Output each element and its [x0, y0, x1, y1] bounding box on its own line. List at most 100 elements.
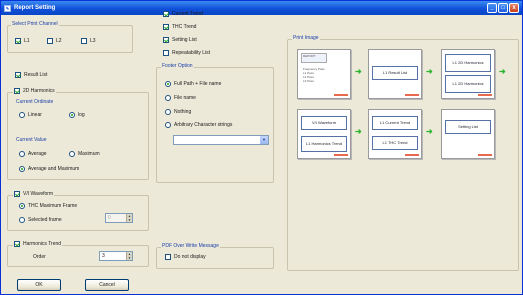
page-footer-stripe — [334, 154, 348, 156]
minimize-button[interactable]: _ — [487, 3, 497, 13]
value-maximum-radio[interactable]: Maximum — [69, 151, 100, 157]
arrow-right-icon: ➜ — [499, 67, 506, 76]
channel-l1-label: L1 — [24, 38, 30, 44]
footer-fullpath-label: Full Path + File name — [174, 81, 222, 87]
chevron-down-icon[interactable]: ▼ — [260, 136, 268, 144]
radio-icon — [165, 122, 171, 128]
maximize-button[interactable]: □ — [498, 3, 508, 13]
vi-waveform-checkbox[interactable]: V/I Waveform — [13, 191, 55, 197]
value-both-radio[interactable]: Average and Maximum — [19, 166, 79, 172]
checkbox-icon — [163, 11, 169, 17]
report-summary-preview: REPORT Frequency Pass L1 Pass L2 Pass L3… — [301, 53, 348, 95]
repeatability-list-checkbox[interactable]: Repeatability List — [163, 50, 210, 56]
close-button[interactable]: x — [509, 3, 519, 13]
thc-trend-checkbox[interactable]: THC Trend — [163, 24, 196, 30]
channel-l2-checkbox[interactable]: L2 — [47, 38, 62, 44]
ordinate-log-label: log — [78, 112, 85, 118]
preview-result-list: L1 Result List — [372, 66, 418, 80]
current-value-label: Current Value — [16, 137, 47, 143]
preview-2d-harmonics-b: L1 2D Harmonics — [445, 75, 491, 93]
do-not-display-label: Do not display — [174, 254, 206, 260]
preview-vi-waveform: V/I Waveform — [301, 116, 347, 130]
ordinate-linear-label: Linear — [28, 112, 42, 118]
report-lines: Frequency Pass L1 Pass L2 Pass L3 Pass — [303, 67, 325, 83]
order-spinner-arrows[interactable]: ▲ ▼ — [126, 252, 132, 260]
frame-spinner-arrows[interactable]: ▲ ▼ — [126, 214, 132, 222]
footer-arbitrary-label: Arbitrary Character strings — [174, 122, 233, 128]
footer-nothing-radio[interactable]: Nothing — [165, 109, 191, 115]
ordinate-log-radio[interactable]: log — [69, 112, 85, 118]
preview-harmonics-trend: L1 Harmonics Trend — [301, 136, 347, 152]
page-footer-stripe — [405, 94, 419, 96]
frame-spinner[interactable]: 0 ▲ ▼ — [105, 213, 133, 223]
setting-list-checkbox[interactable]: Setting List — [163, 37, 197, 43]
current-ordinate-label: Current Ordinate — [16, 99, 54, 105]
harmonics-2d-label: 2D Harmonics — [23, 88, 55, 94]
preview-current-trend: L1 Current Trend — [372, 116, 418, 130]
preview-report-page: REPORT Frequency Pass L1 Pass L2 Pass L3… — [297, 49, 351, 99]
channel-l1-checkbox[interactable]: L1 — [15, 38, 30, 44]
order-label: Order — [33, 254, 46, 260]
spin-down-icon[interactable]: ▼ — [126, 256, 132, 260]
preview-setting-list-page: Setting List — [441, 109, 495, 159]
app-icon: ✎ — [4, 4, 11, 12]
checkbox-icon — [14, 241, 20, 247]
footer-option-label: Footer Option — [161, 63, 194, 69]
channel-l3-label: L3 — [90, 38, 96, 44]
thc-trend-label: THC Trend — [172, 24, 197, 30]
radio-icon — [19, 112, 25, 118]
selected-frame-label: Selected frame — [28, 217, 62, 223]
channel-l3-checkbox[interactable]: L3 — [81, 38, 96, 44]
setting-list-label: Setting List — [172, 37, 197, 43]
value-both-label: Average and Maximum — [28, 166, 80, 172]
value-average-label: Average — [28, 151, 47, 157]
window-title: Report Setting — [14, 5, 56, 11]
page-footer-stripe — [405, 154, 419, 156]
footer-arbitrary-radio[interactable]: Arbitrary Character strings — [165, 122, 232, 128]
selected-frame-radio[interactable]: Selected frame — [19, 217, 62, 223]
report-setting-window: ✎ Report Setting _ □ x Select Print Chan… — [0, 0, 523, 295]
ordinate-linear-radio[interactable]: Linear — [19, 112, 42, 118]
print-image-label: Print Image — [292, 35, 320, 41]
thc-max-frame-radio[interactable]: THC Maximum Frame — [19, 203, 77, 209]
repeatability-list-label: Repeatability List — [172, 50, 211, 56]
radio-icon — [19, 217, 25, 223]
footer-filename-label: File name — [174, 95, 196, 101]
checkbox-icon — [81, 38, 87, 44]
arrow-right-icon: ➜ — [355, 67, 362, 76]
current-trend-label: Current Trend — [172, 11, 203, 17]
radio-icon — [19, 151, 25, 157]
report-header: REPORT — [301, 53, 327, 63]
channel-l2-label: L2 — [56, 38, 62, 44]
vi-waveform-label: V/I Waveform — [23, 191, 54, 197]
value-maximum-label: Maximum — [78, 151, 100, 157]
checkbox-icon — [15, 72, 21, 78]
footer-nothing-label: Nothing — [174, 109, 192, 115]
checkbox-icon — [14, 88, 20, 94]
radio-icon — [165, 81, 171, 87]
harmonics-2d-checkbox[interactable]: 2D Harmonics — [13, 88, 56, 94]
spin-down-icon[interactable]: ▼ — [126, 218, 132, 222]
page-footer-stripe — [478, 94, 492, 96]
value-average-radio[interactable]: Average — [19, 151, 47, 157]
result-list-checkbox[interactable]: Result List — [15, 72, 47, 78]
footer-text-combo[interactable]: ▼ — [173, 135, 269, 145]
arrow-right-icon: ➜ — [426, 67, 433, 76]
preview-2d-harmonics-page: L1 2D Harmonics L1 2D Harmonics — [441, 49, 495, 99]
ok-button[interactable]: OK — [17, 279, 61, 291]
title-bar[interactable]: ✎ Report Setting _ □ x — [1, 1, 522, 15]
current-trend-checkbox[interactable]: Current Trend — [163, 11, 203, 17]
pdf-message-label: PDF Over Write Message — [161, 243, 220, 249]
footer-filename-radio[interactable]: File name — [165, 95, 196, 101]
footer-fullpath-radio[interactable]: Full Path + File name — [165, 81, 221, 87]
order-spinner[interactable]: 3 ▲ ▼ — [99, 251, 133, 261]
radio-icon — [19, 166, 25, 172]
cancel-button[interactable]: Cancel — [85, 279, 129, 291]
order-value: 3 — [102, 253, 105, 259]
preview-waveform-page: V/I Waveform L1 Harmonics Trend — [297, 109, 351, 159]
preview-thc-trend: L1 THC Trend — [372, 136, 418, 150]
harmonics-trend-checkbox[interactable]: Harmonics Trend — [13, 241, 63, 247]
preview-setting-list: Setting List — [445, 120, 491, 134]
radio-icon — [69, 112, 75, 118]
do-not-display-checkbox[interactable]: Do not display — [165, 254, 206, 260]
